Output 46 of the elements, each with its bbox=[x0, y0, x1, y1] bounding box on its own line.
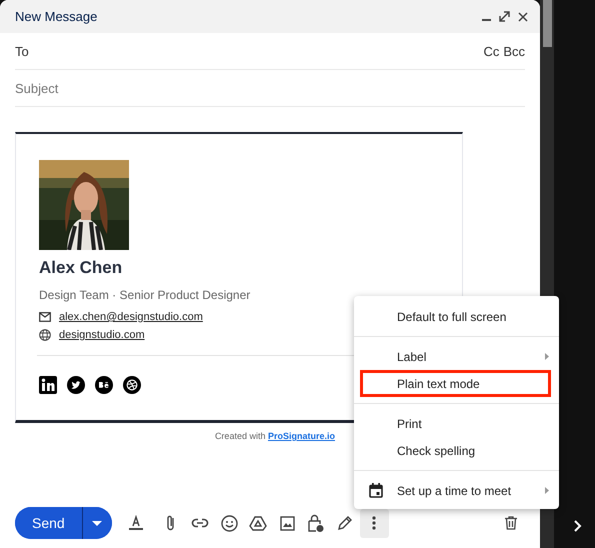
bcc-link[interactable]: Bcc bbox=[503, 44, 525, 58]
signature-name: Alex Chen bbox=[39, 258, 124, 278]
menu-item-label: Set up a time to meet bbox=[397, 484, 512, 498]
menu-item-label: Label bbox=[397, 350, 428, 364]
smiley-icon bbox=[220, 514, 238, 532]
more-options-button[interactable] bbox=[360, 508, 389, 538]
menu-item[interactable]: Set up a time to meet bbox=[354, 477, 559, 504]
menu-item-label: Print bbox=[397, 416, 423, 430]
send-button[interactable]: Send bbox=[15, 507, 83, 539]
menu-item[interactable]: Print bbox=[354, 410, 559, 437]
chevron-right-icon[interactable] bbox=[573, 519, 583, 533]
menu-item-label: Plain text mode bbox=[397, 376, 481, 390]
menu-item[interactable]: Default to full screen bbox=[354, 303, 559, 330]
submenu-arrow-icon bbox=[545, 353, 549, 360]
email-link[interactable]: alex.chen@designstudio.com bbox=[59, 311, 203, 323]
signature-title: Design Team · Senior Product Designer bbox=[39, 288, 252, 302]
menu-item-label: Check spelling bbox=[397, 444, 476, 458]
social-icon[interactable] bbox=[95, 376, 113, 394]
subject-field[interactable]: Subject bbox=[15, 80, 525, 96]
website-link[interactable]: designstudio.com bbox=[59, 329, 145, 341]
submenu-arrow-icon bbox=[545, 487, 549, 494]
globe-icon bbox=[39, 329, 51, 341]
social-icon[interactable] bbox=[67, 376, 85, 394]
window-title: New Message bbox=[15, 9, 98, 24]
trash-icon bbox=[505, 516, 517, 530]
menu-item[interactable]: Check spelling bbox=[354, 437, 559, 464]
to-label: To bbox=[15, 44, 30, 58]
pen-icon bbox=[337, 515, 354, 531]
menu-item-label: Default to full screen bbox=[397, 310, 508, 324]
calendar-icon bbox=[369, 483, 383, 498]
cc-link[interactable]: Cc bbox=[483, 44, 500, 58]
menu-item[interactable]: Label bbox=[354, 343, 559, 370]
credit-link[interactable]: ProSignature.io bbox=[268, 431, 335, 441]
mail-icon bbox=[39, 312, 51, 322]
caret-icon bbox=[92, 520, 102, 526]
lock-clock-icon bbox=[308, 514, 324, 532]
menu-item[interactable]: Plain text mode bbox=[360, 370, 551, 397]
social-icon[interactable] bbox=[123, 376, 141, 394]
social-icon[interactable] bbox=[39, 376, 57, 394]
expand-icon[interactable] bbox=[499, 11, 510, 22]
close-icon[interactable] bbox=[518, 12, 528, 22]
text-format-icon bbox=[128, 515, 144, 531]
link-icon bbox=[191, 518, 210, 528]
triangle-icon bbox=[249, 516, 268, 530]
image-icon bbox=[280, 516, 295, 530]
more-icon bbox=[372, 516, 376, 530]
